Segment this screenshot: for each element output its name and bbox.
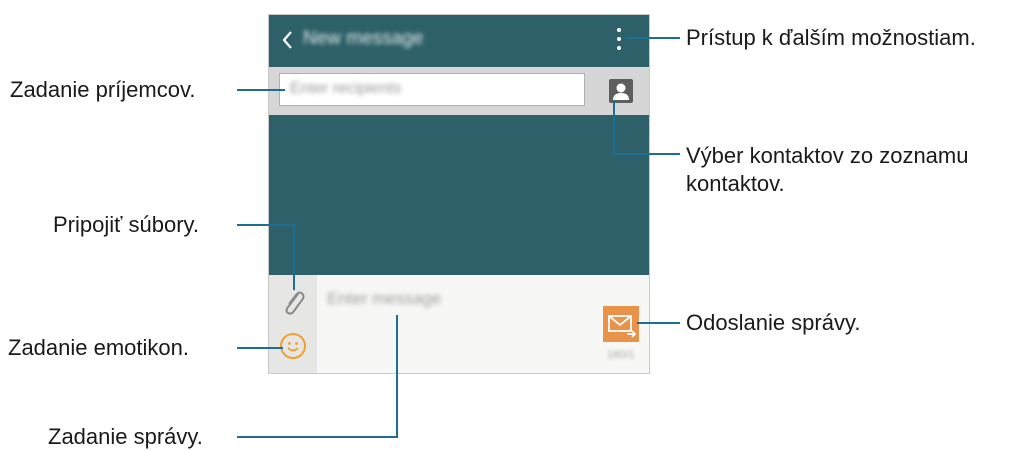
smiley-icon[interactable] — [280, 333, 306, 359]
paperclip-icon[interactable] — [279, 285, 307, 319]
character-counter: 160/1 — [607, 349, 635, 361]
message-input[interactable]: Enter message — [327, 289, 441, 309]
recipients-bar: Enter recipients — [269, 67, 649, 115]
callout-message: Zadanie správy. — [48, 424, 203, 449]
callout-attach: Pripojiť súbory. — [53, 212, 200, 237]
compose-side-panel — [269, 275, 317, 373]
more-options-icon[interactable] — [615, 28, 623, 54]
callout-recipients: Zadanie príjemcov. — [10, 77, 196, 102]
app-bar: New message — [269, 15, 649, 67]
recipients-placeholder: Enter recipients — [290, 80, 402, 97]
conversation-area — [269, 115, 649, 275]
callout-emoticons: Zadanie emotikon. — [8, 335, 189, 360]
contact-icon[interactable] — [609, 79, 633, 103]
envelope-send-icon[interactable] — [603, 306, 639, 342]
back-icon[interactable] — [278, 27, 298, 53]
screen-title: New message — [303, 28, 424, 49]
callout-send: Odoslanie správy. — [686, 310, 861, 335]
compose-area: Enter message 160/1 — [269, 275, 649, 373]
message-screen: New message Enter recipients Enter messa… — [268, 14, 650, 374]
callout-more-options: Prístup k ďalším možnostiam. — [686, 25, 976, 50]
recipients-input[interactable]: Enter recipients — [279, 73, 585, 106]
callout-contacts: Výber kontaktov zo zoznamu kontaktov. — [686, 143, 969, 196]
